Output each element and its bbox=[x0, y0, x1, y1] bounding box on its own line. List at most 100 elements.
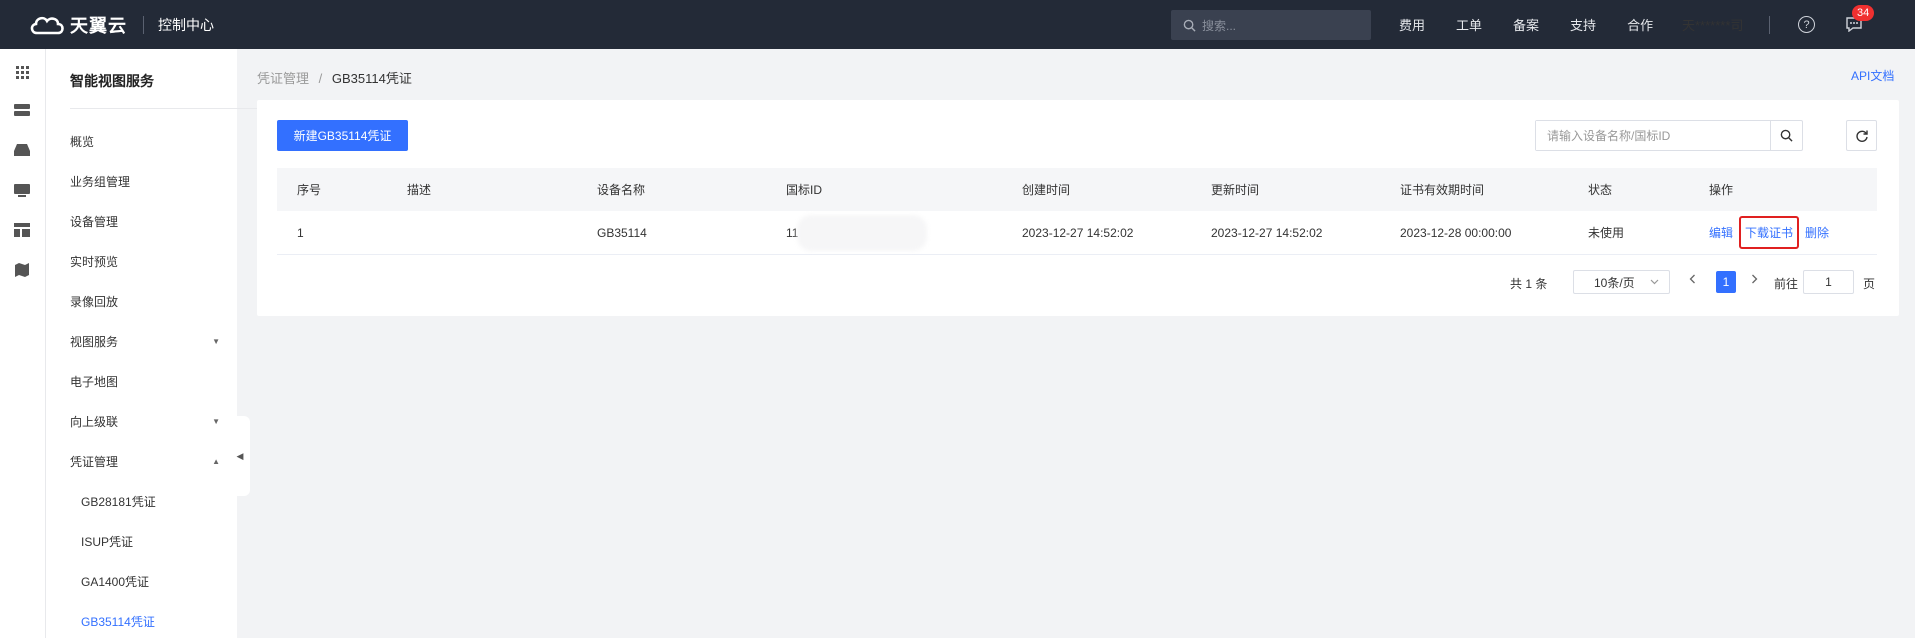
prev-page-button[interactable] bbox=[1689, 273, 1696, 287]
storage-icon[interactable] bbox=[13, 142, 31, 158]
col-description: 描述 bbox=[407, 183, 432, 197]
side-menu: 智能视图服务 概览 业务组管理 设备管理 实时预览 录像回放 视图服务 ▼ 电子地… bbox=[46, 49, 268, 638]
menu-device-management[interactable]: 设备管理 bbox=[70, 211, 220, 231]
nav-support[interactable]: 支持 bbox=[1570, 15, 1596, 34]
breadcrumb-separator: / bbox=[318, 71, 323, 86]
menu-gb28181[interactable]: GB28181凭证 bbox=[81, 491, 231, 511]
icon-rail bbox=[0, 49, 46, 638]
brand-name: 天翼云 bbox=[70, 15, 127, 36]
monitor-icon[interactable] bbox=[13, 182, 31, 198]
menu-label: ISUP凭证 bbox=[81, 534, 134, 549]
cell-index: 1 bbox=[297, 225, 304, 240]
redaction-blur bbox=[797, 215, 927, 251]
logo[interactable]: 天翼云 bbox=[28, 0, 127, 49]
search-button[interactable] bbox=[1770, 121, 1802, 150]
menu-playback[interactable]: 录像回放 bbox=[70, 291, 220, 311]
cell-updated: 2023-12-27 14:52:02 bbox=[1211, 225, 1323, 240]
menu-overview[interactable]: 概览 bbox=[70, 131, 220, 151]
page-size-value: 10条/页 bbox=[1594, 275, 1635, 290]
menu-view-service[interactable]: 视图服务 ▼ bbox=[70, 331, 220, 351]
cell-expire: 2023-12-28 00:00:00 bbox=[1400, 225, 1512, 240]
api-doc-link[interactable]: API文档 bbox=[1851, 67, 1894, 84]
col-created: 创建时间 bbox=[1022, 183, 1071, 197]
page-number-current[interactable]: 1 bbox=[1716, 271, 1736, 293]
table-row: 1 GB35114 11 2023-12-27 14:52:02 2023-12… bbox=[277, 211, 1877, 255]
nav-filing[interactable]: 备案 bbox=[1513, 15, 1539, 34]
nav-fees[interactable]: 费用 bbox=[1399, 15, 1425, 34]
server-icon[interactable] bbox=[13, 102, 31, 118]
total-count: 共 1 条 bbox=[1510, 277, 1548, 291]
grid-icon[interactable] bbox=[13, 64, 31, 80]
menu-ga1400[interactable]: GA1400凭证 bbox=[81, 571, 231, 591]
device-search bbox=[1535, 120, 1803, 151]
page-unit-label: 页 bbox=[1863, 277, 1876, 291]
col-updated: 更新时间 bbox=[1211, 183, 1260, 197]
credential-table: 序号 描述 设备名称 国标ID 创建时间 更新时间 证书有效期时间 状态 操作 … bbox=[277, 168, 1877, 255]
menu-divider bbox=[70, 108, 268, 109]
menu-business-group[interactable]: 业务组管理 bbox=[70, 171, 220, 191]
menu-credential-management[interactable]: 凭证管理 ▲ bbox=[70, 451, 220, 471]
col-gb-id: 国标ID bbox=[786, 183, 823, 197]
menu-label: 视图服务 bbox=[70, 334, 119, 349]
col-expire: 证书有效期时间 bbox=[1400, 183, 1485, 197]
menu-live-preview[interactable]: 实时预览 bbox=[70, 251, 220, 271]
col-actions: 操作 bbox=[1709, 183, 1734, 197]
help-icon[interactable]: ? bbox=[1798, 16, 1815, 33]
page-size-select[interactable]: 10条/页 bbox=[1573, 270, 1670, 294]
chevron-left-icon bbox=[1689, 274, 1695, 284]
cloud-logo-icon bbox=[30, 16, 64, 34]
new-credential-button[interactable]: 新建GB35114凭证 bbox=[277, 120, 408, 151]
breadcrumb-current: GB35114凭证 bbox=[331, 71, 412, 86]
menu-gb35114[interactable]: GB35114凭证 bbox=[81, 611, 231, 631]
nav-tickets[interactable]: 工单 bbox=[1456, 15, 1482, 34]
layout-icon[interactable] bbox=[13, 222, 31, 238]
menu-isup[interactable]: ISUP凭证 bbox=[81, 531, 231, 551]
chevron-down-icon: ▼ bbox=[212, 336, 220, 346]
cell-created: 2023-12-27 14:52:02 bbox=[1022, 225, 1134, 240]
map-icon[interactable] bbox=[13, 262, 31, 278]
menu-e-map[interactable]: 电子地图 bbox=[70, 371, 220, 391]
content-card: 新建GB35114凭证 序号 描述 设备名称 国标ID 创建时间 更新时间 证书… bbox=[257, 100, 1899, 316]
menu-label: 实时预览 bbox=[70, 254, 119, 269]
edit-link[interactable]: 编辑 bbox=[1709, 224, 1733, 241]
top-nav: 费用 工单 备案 支持 合作 bbox=[1399, 0, 1684, 49]
goto-page-input[interactable] bbox=[1803, 270, 1854, 294]
breadcrumb-parent[interactable]: 凭证管理 bbox=[257, 71, 309, 86]
menu-label: 向上级联 bbox=[70, 414, 119, 429]
service-title: 智能视图服务 bbox=[70, 73, 154, 89]
delete-link[interactable]: 删除 bbox=[1805, 224, 1829, 241]
cell-device-name: GB35114 bbox=[597, 225, 647, 240]
col-index: 序号 bbox=[297, 183, 322, 197]
download-certificate-link[interactable]: 下载证书 bbox=[1739, 216, 1800, 249]
chevron-down-icon bbox=[1650, 279, 1659, 285]
menu-label: GB35114凭证 bbox=[81, 614, 155, 629]
global-search[interactable]: 搜索... bbox=[1171, 10, 1371, 40]
console-link[interactable]: 控制中心 bbox=[158, 15, 214, 35]
cell-status: 未使用 bbox=[1588, 226, 1625, 240]
chevron-down-icon: ▼ bbox=[212, 416, 220, 426]
menu-label: 电子地图 bbox=[70, 374, 119, 389]
device-search-input[interactable] bbox=[1536, 121, 1770, 150]
topbar-divider-right bbox=[1769, 16, 1770, 34]
menu-label: GB28181凭证 bbox=[81, 494, 156, 509]
menu-label: 设备管理 bbox=[70, 214, 119, 229]
next-page-button[interactable] bbox=[1751, 273, 1758, 287]
breadcrumb: 凭证管理 / GB35114凭证 bbox=[257, 68, 412, 87]
global-search-placeholder: 搜索... bbox=[1202, 18, 1237, 33]
menu-cascade[interactable]: 向上级联 ▼ bbox=[70, 411, 220, 431]
col-status: 状态 bbox=[1588, 183, 1613, 197]
refresh-button[interactable] bbox=[1846, 120, 1877, 151]
user-account[interactable]: 天*******司 bbox=[1682, 0, 1743, 49]
menu-label: 概览 bbox=[70, 134, 95, 149]
chevron-left-icon: ◀ bbox=[236, 450, 244, 461]
cell-actions: 编辑 下载证书 删除 bbox=[1709, 211, 1839, 254]
chevron-right-icon bbox=[1752, 274, 1758, 284]
search-icon bbox=[1183, 19, 1196, 32]
topbar-divider bbox=[143, 15, 144, 34]
refresh-icon bbox=[1855, 130, 1868, 142]
collapse-sidebar-handle[interactable]: ◀ bbox=[230, 416, 250, 496]
goto-label: 前往 bbox=[1774, 277, 1799, 291]
col-device-name: 设备名称 bbox=[597, 183, 646, 197]
menu-label: 录像回放 bbox=[70, 294, 119, 309]
nav-partner[interactable]: 合作 bbox=[1627, 15, 1653, 34]
